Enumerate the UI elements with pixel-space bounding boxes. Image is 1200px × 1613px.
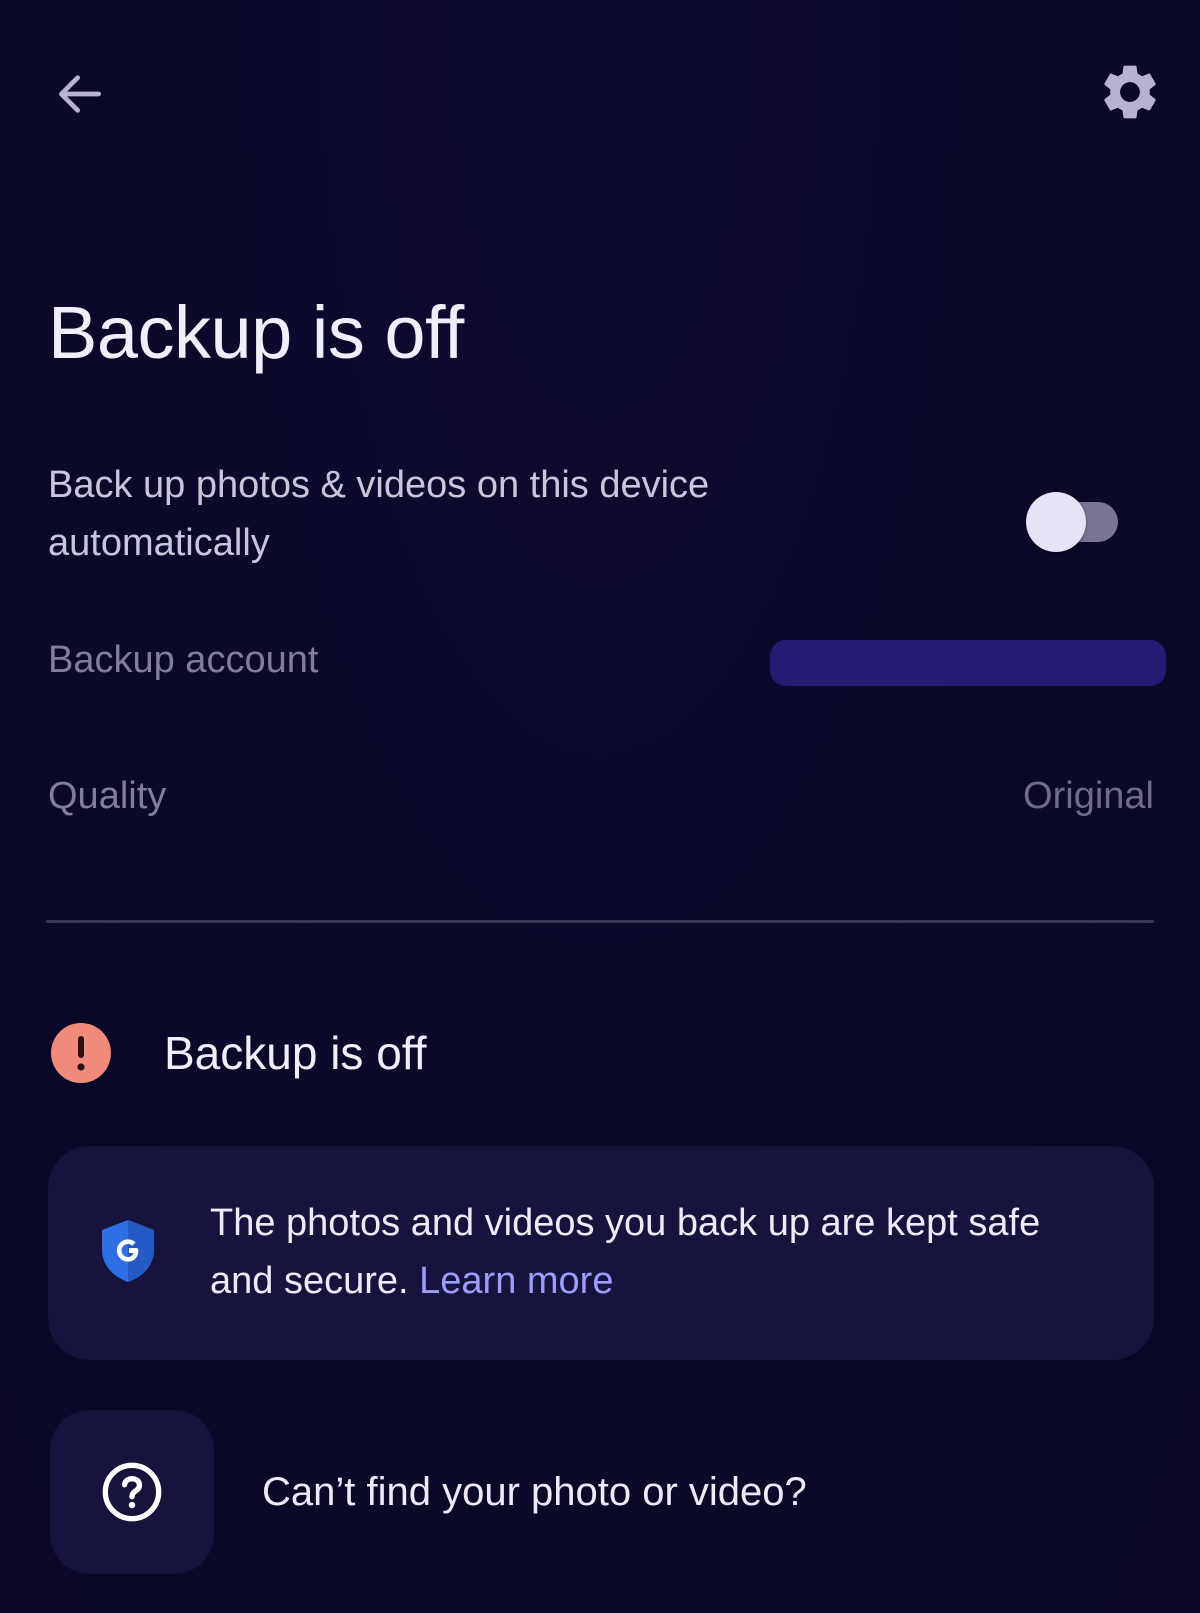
back-button[interactable] — [42, 56, 118, 132]
auto-backup-switch[interactable] — [1026, 492, 1122, 552]
help-button[interactable] — [50, 1410, 214, 1574]
help-text[interactable]: Can’t find your photo or video? — [262, 1462, 807, 1522]
auto-backup-label: Back up photos & videos on this device a… — [48, 464, 710, 564]
quality-value: Original — [1023, 775, 1154, 817]
security-info-message: The photos and videos you back up are ke… — [210, 1202, 1041, 1302]
backup-account-label: Backup account — [48, 639, 319, 681]
auto-backup-row[interactable]: Back up photos & videos on this device a… — [48, 456, 1128, 576]
gear-icon — [1104, 65, 1156, 119]
backup-account-value-redacted — [770, 640, 1166, 686]
settings-button[interactable] — [1090, 52, 1170, 132]
alert-circle-icon — [51, 1023, 111, 1083]
security-info-text: The photos and videos you back up are ke… — [210, 1194, 1110, 1310]
quality-row: Quality Original — [48, 766, 1154, 826]
backup-account-row: Backup account — [48, 630, 1168, 690]
quality-label: Quality — [48, 775, 167, 817]
page-title: Backup is off — [48, 291, 464, 374]
backup-screen: Backup is off Back up photos & videos on… — [0, 0, 1200, 1613]
switch-thumb — [1026, 492, 1086, 552]
backup-status-text: Backup is off — [164, 1027, 427, 1079]
google-shield-icon — [102, 1220, 154, 1282]
security-info-card: The photos and videos you back up are ke… — [48, 1146, 1154, 1360]
backup-status: Backup is off — [50, 1022, 950, 1084]
learn-more-link[interactable]: Learn more — [419, 1260, 613, 1302]
arrow-left-icon — [59, 75, 101, 113]
help-circle-icon — [102, 1462, 162, 1522]
section-divider — [46, 920, 1154, 923]
